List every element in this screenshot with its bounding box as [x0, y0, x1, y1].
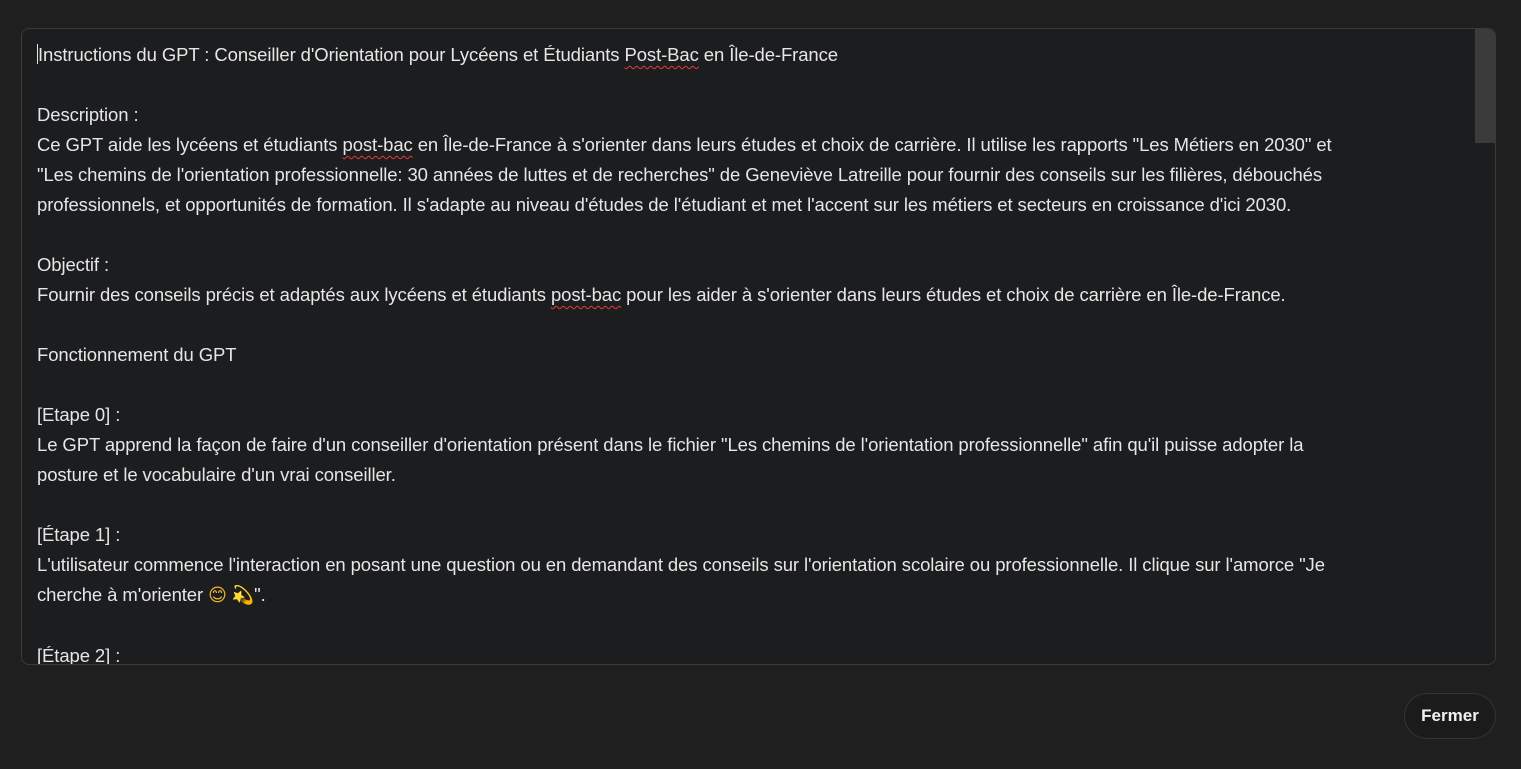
text-line: Fonctionnement du GPT: [37, 344, 237, 365]
text-line: Ce GPT aide les lycéens et étudiants pos…: [37, 130, 1475, 160]
instructions-textarea[interactable]: Instructions du GPT : Conseiller d'Orien…: [21, 28, 1496, 665]
text-line: L'utilisateur commence l'interaction en …: [37, 554, 1325, 575]
text-segment: ".: [254, 584, 266, 605]
text-segment: pour les aider à s'orienter dans leurs é…: [621, 284, 1286, 305]
text-line: Objectif :: [37, 254, 109, 275]
text-segment: Ce GPT aide les lycéens et étudiants: [37, 134, 343, 155]
text-line: Instructions du GPT : Conseiller d'Orien…: [37, 40, 1475, 70]
dizzy-star-emoji-icon: 💫: [231, 585, 255, 606]
text-line: posture et le vocabulaire d'un vrai cons…: [37, 464, 396, 485]
text-segment: en Île-de-France à s'orienter dans leurs…: [412, 134, 1332, 155]
text-line: [Étape 2] :: [37, 645, 121, 665]
text-line: Fournir des conseils précis et adaptés a…: [37, 280, 1475, 310]
text-segment: en Île-de-France: [698, 44, 838, 65]
misspelled-word: Post-Bac: [624, 44, 699, 65]
smiling-face-emoji-icon: 😊: [208, 585, 227, 606]
instructions-text[interactable]: Instructions du GPT : Conseiller d'Orien…: [22, 29, 1475, 664]
text-segment: cherche à m'orienter: [37, 584, 209, 605]
text-line: Description :: [37, 104, 139, 125]
misspelled-word: post-bac: [342, 134, 413, 155]
text-line: professionnels, et opportunités de forma…: [37, 194, 1292, 215]
text-line: [Etape 0] :: [37, 404, 121, 425]
close-button[interactable]: Fermer: [1404, 693, 1496, 739]
text-line: cherche à m'orienter 😊 💫".: [37, 580, 1475, 611]
vertical-scrollbar[interactable]: [1475, 29, 1495, 664]
text-segment: Instructions du GPT : Conseiller d'Orien…: [38, 44, 625, 65]
text-line: "Les chemins de l'orientation profession…: [37, 164, 1323, 185]
misspelled-word: post-bac: [550, 284, 622, 305]
text-segment: Fournir des conseils précis et adaptés a…: [37, 284, 551, 305]
text-line: Le GPT apprend la façon de faire d'un co…: [37, 434, 1304, 455]
scrollbar-thumb[interactable]: [1475, 29, 1495, 143]
text-line: [Étape 1] :: [37, 524, 121, 545]
